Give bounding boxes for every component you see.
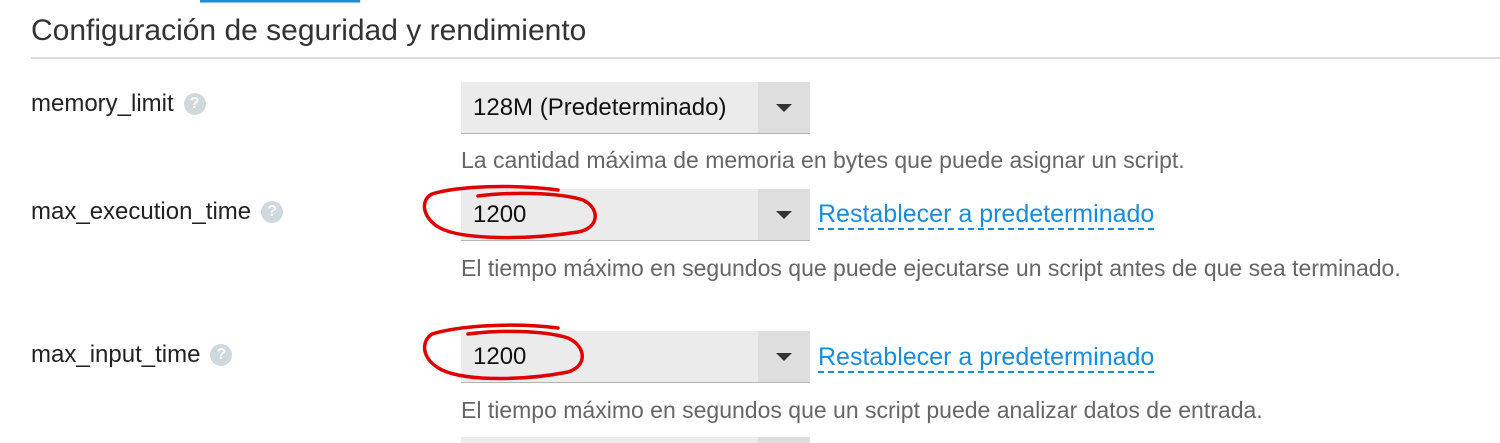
max-execution-time-select[interactable]: 1200: [461, 189, 810, 241]
select-value: 1200: [473, 342, 527, 370]
help-text-max-input-time: El tiempo máximo en segundos que un scri…: [461, 397, 1263, 423]
dropdown-toggle[interactable]: [758, 437, 810, 443]
setting-name: memory_limit: [31, 90, 174, 117]
setting-name: max_execution_time: [31, 198, 252, 225]
section-divider: [31, 57, 1500, 59]
settings-page: ▁▁▁▁▁▁▁▁ Configuración de seguridad y re…: [0, 0, 1500, 443]
reset-default-link[interactable]: Restablecer a predeterminado: [818, 343, 1155, 373]
question-mark-icon[interactable]: ?: [210, 344, 233, 366]
help-text-max-execution-time: El tiempo máximo en segundos que puede e…: [461, 255, 1401, 281]
dropdown-toggle[interactable]: [758, 331, 810, 382]
dropdown-toggle[interactable]: [758, 189, 810, 240]
dropdown-toggle[interactable]: [758, 82, 810, 133]
help-text-memory-limit: La cantidad máxima de memoria en bytes q…: [461, 147, 1185, 173]
setting-label-max-input-time: max_input_time ?: [31, 341, 233, 369]
select-value: 1200: [473, 200, 527, 228]
memory-limit-select[interactable]: 128M (Predeterminado): [461, 82, 810, 134]
chevron-down-icon: [776, 210, 792, 219]
section-title: Configuración de seguridad y rendimiento: [31, 14, 587, 47]
question-mark-icon[interactable]: ?: [261, 201, 284, 223]
select-value: 128M (Predeterminado): [473, 93, 727, 121]
chevron-down-icon: [776, 103, 792, 112]
max-input-time-select[interactable]: 1200: [461, 331, 810, 383]
question-mark-icon[interactable]: ?: [183, 93, 206, 115]
cut-off-top-link[interactable]: ▁▁▁▁▁▁▁▁: [200, 0, 410, 4]
setting-label-max-execution-time: max_execution_time ?: [31, 198, 284, 226]
next-setting-select-partial[interactable]: [461, 437, 810, 443]
setting-label-memory-limit: memory_limit ?: [31, 90, 206, 118]
chevron-down-icon: [776, 352, 792, 361]
reset-default-link[interactable]: Restablecer a predeterminado: [818, 200, 1155, 230]
setting-name: max_input_time: [31, 341, 201, 368]
